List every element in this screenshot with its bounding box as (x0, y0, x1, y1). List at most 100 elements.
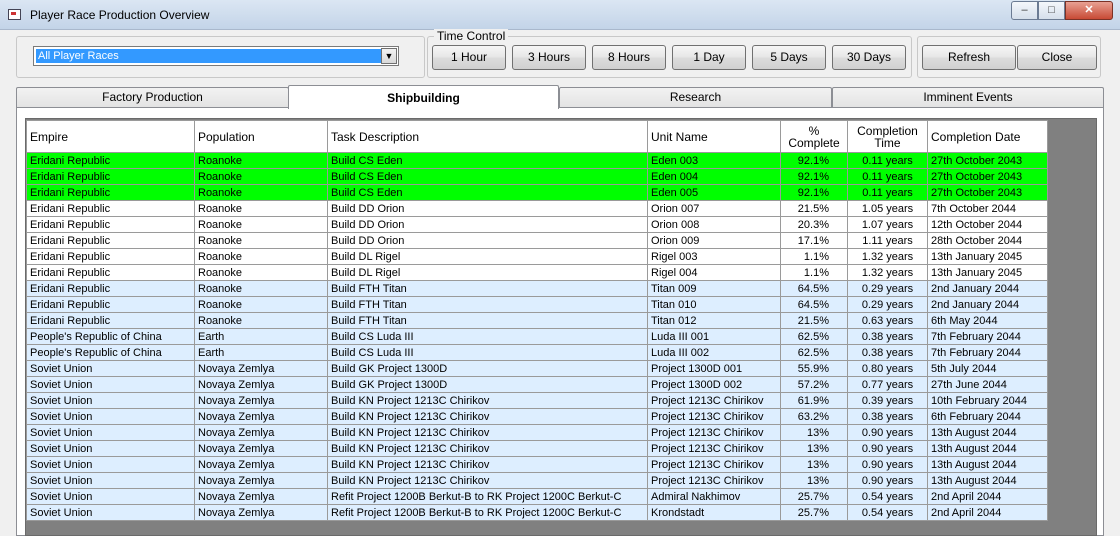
close-window-button[interactable]: ✕ (1065, 1, 1113, 20)
column-header-empire[interactable]: Empire (26, 120, 195, 153)
tab-shipbuilding[interactable]: Shipbuilding (288, 85, 559, 109)
cell-pct: 20.3% (780, 216, 848, 233)
column-header-percent-complete[interactable]: % Complete (780, 120, 848, 153)
table-row[interactable]: Soviet Union Novaya Zemlya Refit Project 1… (26, 504, 1048, 521)
cell-pct: 25.7% (780, 488, 848, 505)
table-row[interactable]: Soviet Union Novaya Zemlya Build KN Projec… (26, 456, 1048, 473)
cell-unit: Krondstadt (647, 504, 781, 521)
minimize-button[interactable]: – (1011, 1, 1038, 20)
cell-date: 13th August 2044 (927, 424, 1048, 441)
cell-date: 27th June 2044 (927, 376, 1048, 393)
table-row[interactable]: Eridani Republic Roanoke Build DD Orion Ori… (26, 216, 1048, 233)
cell-empire: Soviet Union (26, 424, 195, 441)
cell-task: Build DD Orion (327, 232, 648, 249)
cell-date: 13th August 2044 (927, 472, 1048, 489)
cell-empire: Soviet Union (26, 504, 195, 521)
cell-population: Novaya Zemlya (194, 472, 328, 489)
time-1-hour-button[interactable]: 1 Hour (432, 45, 506, 70)
tab-imminent-events[interactable]: Imminent Events (832, 87, 1104, 107)
time-8-hours-button[interactable]: 8 Hours (592, 45, 666, 70)
table-row[interactable]: Eridani Republic Roanoke Build CS Eden Eden… (26, 152, 1048, 169)
cell-pct: 61.9% (780, 392, 848, 409)
shipbuilding-grid: Empire Population Task Description Unit … (25, 118, 1097, 536)
cell-time: 1.32 years (847, 264, 928, 281)
cell-unit: Project 1213C Chirikov (647, 392, 781, 409)
column-header-unit-name[interactable]: Unit Name (647, 120, 781, 153)
cell-unit: Project 1213C Chirikov (647, 472, 781, 489)
cell-population: Roanoke (194, 248, 328, 265)
cell-date: 28th October 2044 (927, 232, 1048, 249)
cell-time: 1.07 years (847, 216, 928, 233)
table-row[interactable]: Eridani Republic Roanoke Build FTH Titan Ti… (26, 312, 1048, 329)
table-row[interactable]: Eridani Republic Roanoke Build DD Orion Ori… (26, 200, 1048, 217)
maximize-button[interactable]: □ (1038, 1, 1065, 20)
cell-pct: 55.9% (780, 360, 848, 377)
table-row[interactable]: People's Republic of China Earth Build CS … (26, 344, 1048, 361)
cell-task: Build CS Luda III (327, 328, 648, 345)
cell-population: Roanoke (194, 152, 328, 169)
cell-date: 2nd April 2044 (927, 488, 1048, 505)
cell-population: Roanoke (194, 312, 328, 329)
cell-unit: Titan 009 (647, 280, 781, 297)
table-row[interactable]: Soviet Union Novaya Zemlya Build KN Projec… (26, 392, 1048, 409)
table-row[interactable]: Soviet Union Novaya Zemlya Build GK Projec… (26, 376, 1048, 393)
cell-date: 13th August 2044 (927, 440, 1048, 457)
cell-unit: Project 1213C Chirikov (647, 408, 781, 425)
cell-population: Novaya Zemlya (194, 408, 328, 425)
cell-task: Build KN Project 1213C Chirikov (327, 472, 648, 489)
cell-population: Earth (194, 344, 328, 361)
cell-population: Roanoke (194, 200, 328, 217)
table-row[interactable]: Eridani Republic Roanoke Build FTH Titan Ti… (26, 280, 1048, 297)
time-3-hours-button[interactable]: 3 Hours (512, 45, 586, 70)
cell-empire: People's Republic of China (26, 344, 195, 361)
cell-population: Novaya Zemlya (194, 456, 328, 473)
cell-pct: 64.5% (780, 296, 848, 313)
table-row[interactable]: Soviet Union Novaya Zemlya Refit Project 1… (26, 488, 1048, 505)
table-row[interactable]: Eridani Republic Roanoke Build DL Rigel Rig… (26, 264, 1048, 281)
table-row[interactable]: Eridani Republic Roanoke Build CS Eden Eden… (26, 168, 1048, 185)
table-row[interactable]: Soviet Union Novaya Zemlya Build KN Projec… (26, 472, 1048, 489)
cell-date: 27th October 2043 (927, 184, 1048, 201)
table-row[interactable]: Soviet Union Novaya Zemlya Build KN Projec… (26, 408, 1048, 425)
race-filter-select[interactable]: All Player Races ▼ (33, 46, 399, 66)
tab-factory-production[interactable]: Factory Production (16, 87, 289, 107)
table-row[interactable]: Soviet Union Novaya Zemlya Build GK Projec… (26, 360, 1048, 377)
column-header-task-description[interactable]: Task Description (327, 120, 648, 153)
cell-empire: Soviet Union (26, 360, 195, 377)
chevron-down-icon[interactable]: ▼ (381, 48, 397, 64)
table-row[interactable]: People's Republic of China Earth Build CS … (26, 328, 1048, 345)
cell-date: 13th January 2045 (927, 264, 1048, 281)
cell-task: Build FTH Titan (327, 312, 648, 329)
cell-population: Novaya Zemlya (194, 440, 328, 457)
time-30-days-button[interactable]: 30 Days (832, 45, 906, 70)
column-header-population[interactable]: Population (194, 120, 328, 153)
table-row[interactable]: Soviet Union Novaya Zemlya Build KN Projec… (26, 424, 1048, 441)
cell-time: 0.29 years (847, 280, 928, 297)
tab-research[interactable]: Research (559, 87, 832, 107)
column-header-completion-time[interactable]: Completion Time (847, 120, 928, 153)
cell-unit: Eden 004 (647, 168, 781, 185)
cell-pct: 13% (780, 472, 848, 489)
cell-date: 27th October 2043 (927, 152, 1048, 169)
table-row[interactable]: Eridani Republic Roanoke Build DL Rigel Rig… (26, 248, 1048, 265)
cell-empire: Eridani Republic (26, 216, 195, 233)
cell-empire: Soviet Union (26, 392, 195, 409)
cell-population: Novaya Zemlya (194, 504, 328, 521)
refresh-button[interactable]: Refresh (922, 45, 1016, 70)
cell-empire: Eridani Republic (26, 248, 195, 265)
close-button[interactable]: Close (1017, 45, 1097, 70)
cell-population: Roanoke (194, 280, 328, 297)
cell-empire: Soviet Union (26, 456, 195, 473)
table-row[interactable]: Eridani Republic Roanoke Build DD Orion Ori… (26, 232, 1048, 249)
table-row[interactable]: Eridani Republic Roanoke Build CS Eden Eden… (26, 184, 1048, 201)
cell-time: 0.38 years (847, 328, 928, 345)
table-row[interactable]: Soviet Union Novaya Zemlya Build KN Projec… (26, 440, 1048, 457)
cell-task: Build KN Project 1213C Chirikov (327, 424, 648, 441)
table-row[interactable]: Eridani Republic Roanoke Build FTH Titan Ti… (26, 296, 1048, 313)
column-header-completion-date[interactable]: Completion Date (927, 120, 1048, 153)
time-5-days-button[interactable]: 5 Days (752, 45, 826, 70)
time-1-day-button[interactable]: 1 Day (672, 45, 746, 70)
cell-date: 5th July 2044 (927, 360, 1048, 377)
cell-empire: Eridani Republic (26, 200, 195, 217)
cell-task: Build GK Project 1300D (327, 360, 648, 377)
